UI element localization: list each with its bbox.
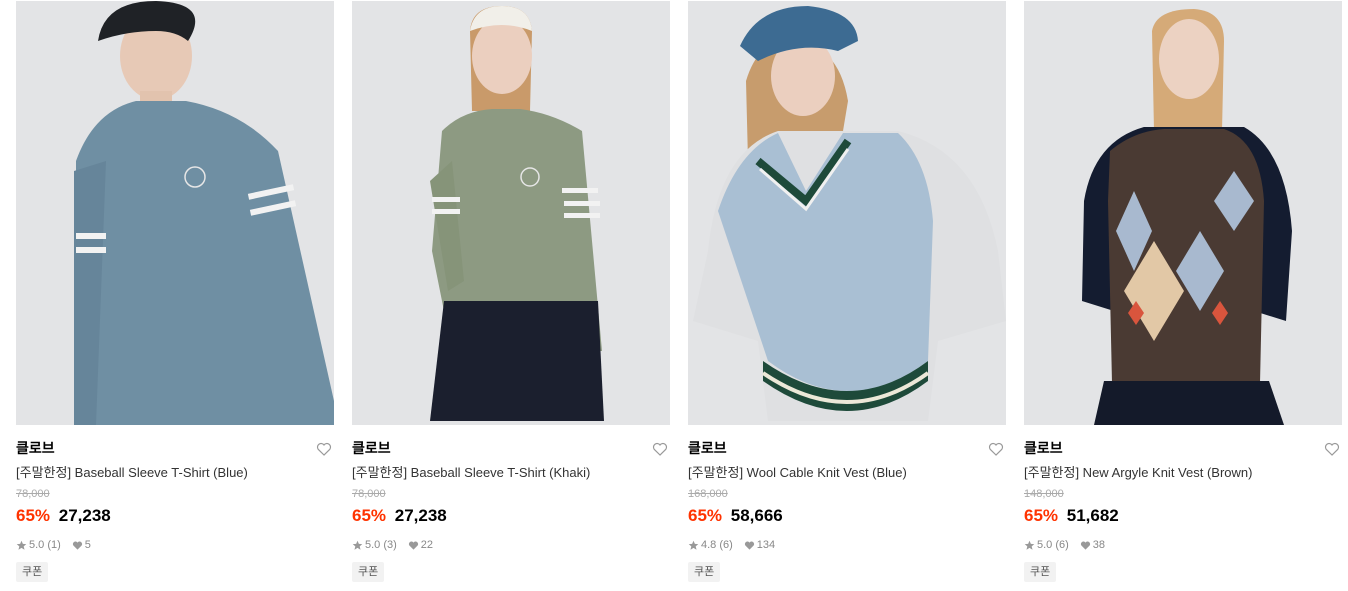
- brand-name[interactable]: 클로브: [1024, 439, 1342, 457]
- discount-rate: 65%: [1024, 506, 1059, 525]
- product-photo-vest-blue: [688, 1, 1006, 425]
- price-row: 65% 27,238: [352, 506, 670, 526]
- discount-rate: 65%: [352, 506, 387, 525]
- like-count: 38: [1092, 539, 1106, 551]
- sale-price: 51,682: [1066, 506, 1119, 525]
- original-price: 78,000: [352, 488, 386, 500]
- sale-price: 27,238: [394, 506, 447, 525]
- discount-rate: 65%: [688, 506, 723, 525]
- product-card[interactable]: 클로브 [주말한정] Baseball Sleeve T-Shirt (Khak…: [352, 1, 670, 582]
- brand-name[interactable]: 클로브: [688, 439, 1006, 457]
- product-image[interactable]: [688, 1, 1006, 425]
- brand-name[interactable]: 클로브: [352, 439, 670, 457]
- coupon-badge: 쿠폰: [352, 562, 385, 582]
- rating-text: 5.0 (3): [365, 539, 397, 551]
- heart-filled-icon: [1080, 540, 1091, 551]
- price-row: 65% 27,238: [16, 506, 334, 526]
- original-price: 78,000: [16, 488, 50, 500]
- rating-text: 5.0 (6): [1037, 539, 1069, 551]
- sale-price: 27,238: [58, 506, 111, 525]
- product-card[interactable]: 클로브 [주말한정] Wool Cable Knit Vest (Blue) 1…: [688, 1, 1006, 582]
- like-count: 5: [84, 539, 91, 551]
- product-title[interactable]: [주말한정] Baseball Sleeve T-Shirt (Khaki): [352, 464, 670, 481]
- price-row: 65% 51,682: [1024, 506, 1342, 526]
- review-meta: 5.0 (1) 5: [16, 538, 334, 552]
- coupon-badge: 쿠폰: [1024, 562, 1057, 582]
- heart-icon[interactable]: [652, 441, 668, 457]
- heart-icon[interactable]: [316, 441, 332, 457]
- product-title[interactable]: [주말한정] Wool Cable Knit Vest (Blue): [688, 464, 1006, 481]
- heart-filled-icon: [72, 540, 83, 551]
- star-icon: [16, 540, 27, 551]
- brand-name[interactable]: 클로브: [16, 439, 334, 457]
- heart-filled-icon: [408, 540, 419, 551]
- like-count: 22: [420, 539, 434, 551]
- coupon-badge: 쿠폰: [688, 562, 721, 582]
- product-title[interactable]: [주말한정] New Argyle Knit Vest (Brown): [1024, 464, 1342, 481]
- product-image[interactable]: [16, 1, 334, 425]
- rating-text: 5.0 (1): [29, 539, 61, 551]
- heart-icon[interactable]: [988, 441, 1004, 457]
- sale-price: 58,666: [730, 506, 783, 525]
- rating-text: 4.8 (6): [701, 539, 733, 551]
- review-meta: 4.8 (6) 134: [688, 538, 1006, 552]
- product-photo-tshirt-khaki: [352, 1, 670, 425]
- heart-icon[interactable]: [1324, 441, 1340, 457]
- original-price: 148,000: [1024, 488, 1064, 500]
- heart-filled-icon: [744, 540, 755, 551]
- star-icon: [688, 540, 699, 551]
- review-meta: 5.0 (3) 22: [352, 538, 670, 552]
- like-count: 134: [756, 539, 776, 551]
- product-title[interactable]: [주말한정] Baseball Sleeve T-Shirt (Blue): [16, 464, 334, 481]
- star-icon: [352, 540, 363, 551]
- product-image[interactable]: [352, 1, 670, 425]
- price-row: 65% 58,666: [688, 506, 1006, 526]
- product-photo-tshirt-blue: [16, 1, 334, 425]
- original-price: 168,000: [688, 488, 728, 500]
- product-photo-argyle-vest: [1024, 1, 1342, 425]
- product-card[interactable]: 클로브 [주말한정] Baseball Sleeve T-Shirt (Blue…: [16, 1, 334, 582]
- review-meta: 5.0 (6) 38: [1024, 538, 1342, 552]
- star-icon: [1024, 540, 1035, 551]
- product-grid: 클로브 [주말한정] Baseball Sleeve T-Shirt (Blue…: [0, 0, 1348, 591]
- product-card[interactable]: 클로브 [주말한정] New Argyle Knit Vest (Brown) …: [1024, 1, 1342, 582]
- discount-rate: 65%: [16, 506, 51, 525]
- product-image[interactable]: [1024, 1, 1342, 425]
- coupon-badge: 쿠폰: [16, 562, 49, 582]
